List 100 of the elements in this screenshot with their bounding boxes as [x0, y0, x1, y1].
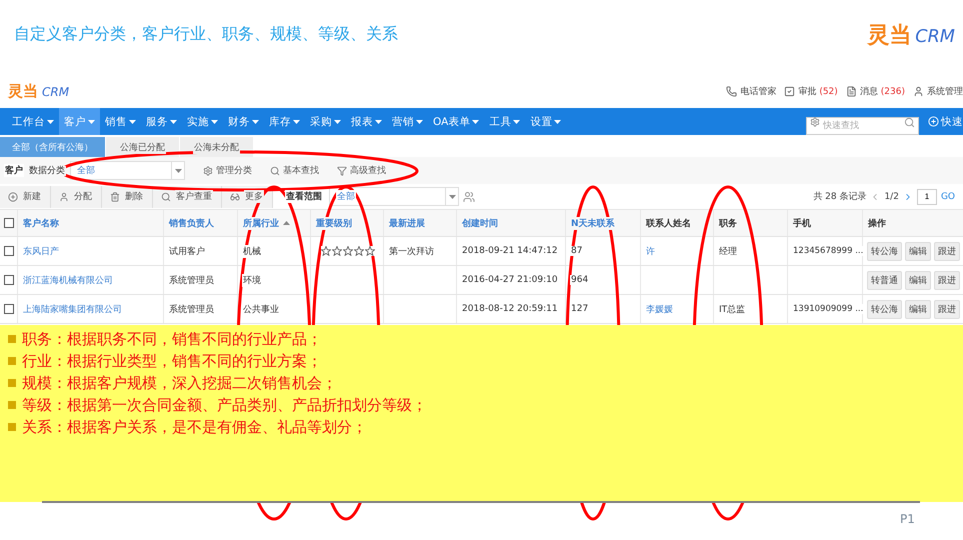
top-link[interactable]: 消息	[860, 85, 878, 98]
settings-icon	[810, 116, 820, 126]
column-header[interactable]: 最新进展	[388, 216, 426, 230]
column-header[interactable]: N天未联系	[570, 216, 616, 230]
customer-name-link[interactable]: 浙江蓝海机械有限公司	[22, 274, 114, 286]
contact-link[interactable]: 李媛媛	[645, 302, 674, 316]
scope-select[interactable]: 全部	[329, 187, 459, 206]
document-icon	[846, 86, 857, 97]
quick-search-field[interactable]: 快速查找	[806, 116, 919, 134]
tab[interactable]: 公海已分配	[106, 137, 179, 157]
table-cell: 87	[570, 246, 584, 256]
table-cell: 机械	[242, 244, 262, 258]
caret-icon	[416, 120, 423, 124]
caret-icon	[47, 120, 54, 124]
caret-icon	[174, 168, 182, 172]
search-icon	[270, 166, 280, 176]
filter-action-link[interactable]: 高级查找	[350, 164, 386, 177]
column-header: 操作	[867, 216, 887, 230]
contact-link[interactable]: 许	[645, 244, 656, 258]
category-select[interactable]: 全部	[70, 161, 185, 180]
sort-arrow-icon	[283, 221, 290, 225]
nav-menu-item[interactable]: 客户	[59, 108, 100, 135]
nav-menu-item[interactable]: 报表	[346, 108, 387, 135]
app-logo: 灵当 CRM	[8, 82, 70, 101]
record-count: 共 28 条记录	[813, 190, 866, 203]
trash-icon	[110, 192, 120, 202]
row-action-button[interactable]: 转公海	[867, 300, 902, 318]
bullet-icon	[8, 357, 16, 365]
quick-add-link[interactable]: 快速	[941, 114, 963, 128]
caret-icon	[334, 120, 341, 124]
nav-menu-item[interactable]: 工具	[484, 108, 526, 135]
toolbar-button[interactable]: 分配	[51, 186, 102, 208]
row-action-button[interactable]: 编辑	[905, 242, 931, 260]
row-action-button[interactable]: 编辑	[905, 270, 931, 290]
glasses-icon	[230, 192, 240, 202]
page-indicator: 1/2	[884, 192, 899, 202]
table-cell: 2018-09-21 14:47:12	[461, 246, 559, 256]
page-input[interactable]: 1	[916, 188, 937, 204]
row-action-button[interactable]: 编辑	[905, 300, 931, 318]
go-button[interactable]: GO	[940, 192, 955, 202]
checkbox-icon	[784, 86, 796, 97]
table-cell: 系统管理员	[168, 274, 215, 286]
row-action-button[interactable]: 跟进	[934, 242, 960, 260]
table-cell: 2018-08-12 20:59:11	[461, 304, 559, 314]
toolbar-button[interactable]: 新建	[0, 186, 51, 208]
table-cell: 964	[570, 275, 590, 285]
caret-icon	[170, 120, 177, 124]
column-header: 手机	[792, 216, 812, 230]
row-action-button[interactable]: 转普通	[867, 270, 902, 290]
column-header[interactable]: 重要级别	[315, 216, 353, 230]
note-text: 规模：根据客户规模，深入挖掘二次销售机会；	[22, 373, 337, 393]
tab[interactable]: 公海未分配	[180, 137, 253, 157]
user-icon	[913, 86, 924, 97]
row-action-button[interactable]: 跟进	[934, 270, 960, 290]
nav-menu-item[interactable]: 服务	[141, 108, 182, 135]
module-label: 客户	[4, 164, 24, 177]
column-header[interactable]: 客户名称	[22, 216, 60, 230]
phone-icon	[726, 86, 738, 97]
customer-name-link[interactable]: 东风日产	[22, 244, 60, 258]
nav-menu-item[interactable]: 实施	[182, 108, 223, 135]
count-label: (236)	[880, 86, 905, 96]
caret-icon	[252, 120, 259, 124]
checkbox[interactable]	[4, 246, 14, 256]
table-cell: 2016-04-27 21:09:10	[461, 275, 559, 285]
nav-menu-item[interactable]: 销售	[100, 108, 141, 135]
bullet-icon	[8, 335, 16, 343]
user-icon	[59, 192, 69, 202]
nav-menu-item[interactable]: 设置	[525, 108, 566, 135]
tab[interactable]: 全部（含所有公海）	[0, 137, 105, 157]
caret-icon	[211, 120, 218, 124]
nav-menu-item[interactable]: 工作台	[7, 108, 59, 135]
column-header[interactable]: 创建时间	[461, 216, 499, 230]
customer-name-link[interactable]: 上海陆家嘴集团有限公司	[22, 302, 123, 316]
nav-menu-item[interactable]: 采购	[305, 108, 346, 135]
column-header[interactable]: 所属行业	[242, 216, 280, 230]
checkbox[interactable]	[4, 304, 14, 314]
filter-label: 数据分类	[28, 166, 66, 176]
caret-icon	[554, 120, 562, 124]
table-cell: 127	[570, 304, 590, 314]
filter-action-link[interactable]: 基本查找	[283, 164, 319, 177]
slide-title: 自定义客户分类，客户行业、职务、规模、等级、关系	[14, 24, 398, 45]
checkbox[interactable]	[4, 218, 14, 228]
nav-menu-item[interactable]: OA表单	[428, 108, 484, 135]
note-text: 行业：根据行业类型，销售不同的行业方案；	[22, 351, 322, 371]
row-action-button[interactable]: 转公海	[867, 242, 902, 260]
count-label: (52)	[819, 86, 838, 96]
nav-menu-item[interactable]: 库存	[264, 108, 305, 135]
caret-icon	[129, 120, 136, 124]
toolbar-button[interactable]: 删除	[102, 186, 153, 208]
nav-menu-item[interactable]: 财务	[223, 108, 264, 135]
checkbox[interactable]	[4, 275, 14, 285]
table-cell: 系统管理员	[168, 302, 215, 316]
nav-menu-item[interactable]: 营销	[387, 108, 428, 135]
page-number: P1	[900, 512, 915, 526]
filter-action-link[interactable]: 管理分类	[216, 164, 252, 177]
top-link[interactable]: 审批	[798, 85, 816, 98]
top-link[interactable]: 系统管理	[927, 85, 963, 98]
column-header[interactable]: 销售负责人	[168, 216, 215, 230]
top-link[interactable]: 电话管家	[740, 85, 776, 98]
row-action-button[interactable]: 跟进	[934, 300, 960, 318]
